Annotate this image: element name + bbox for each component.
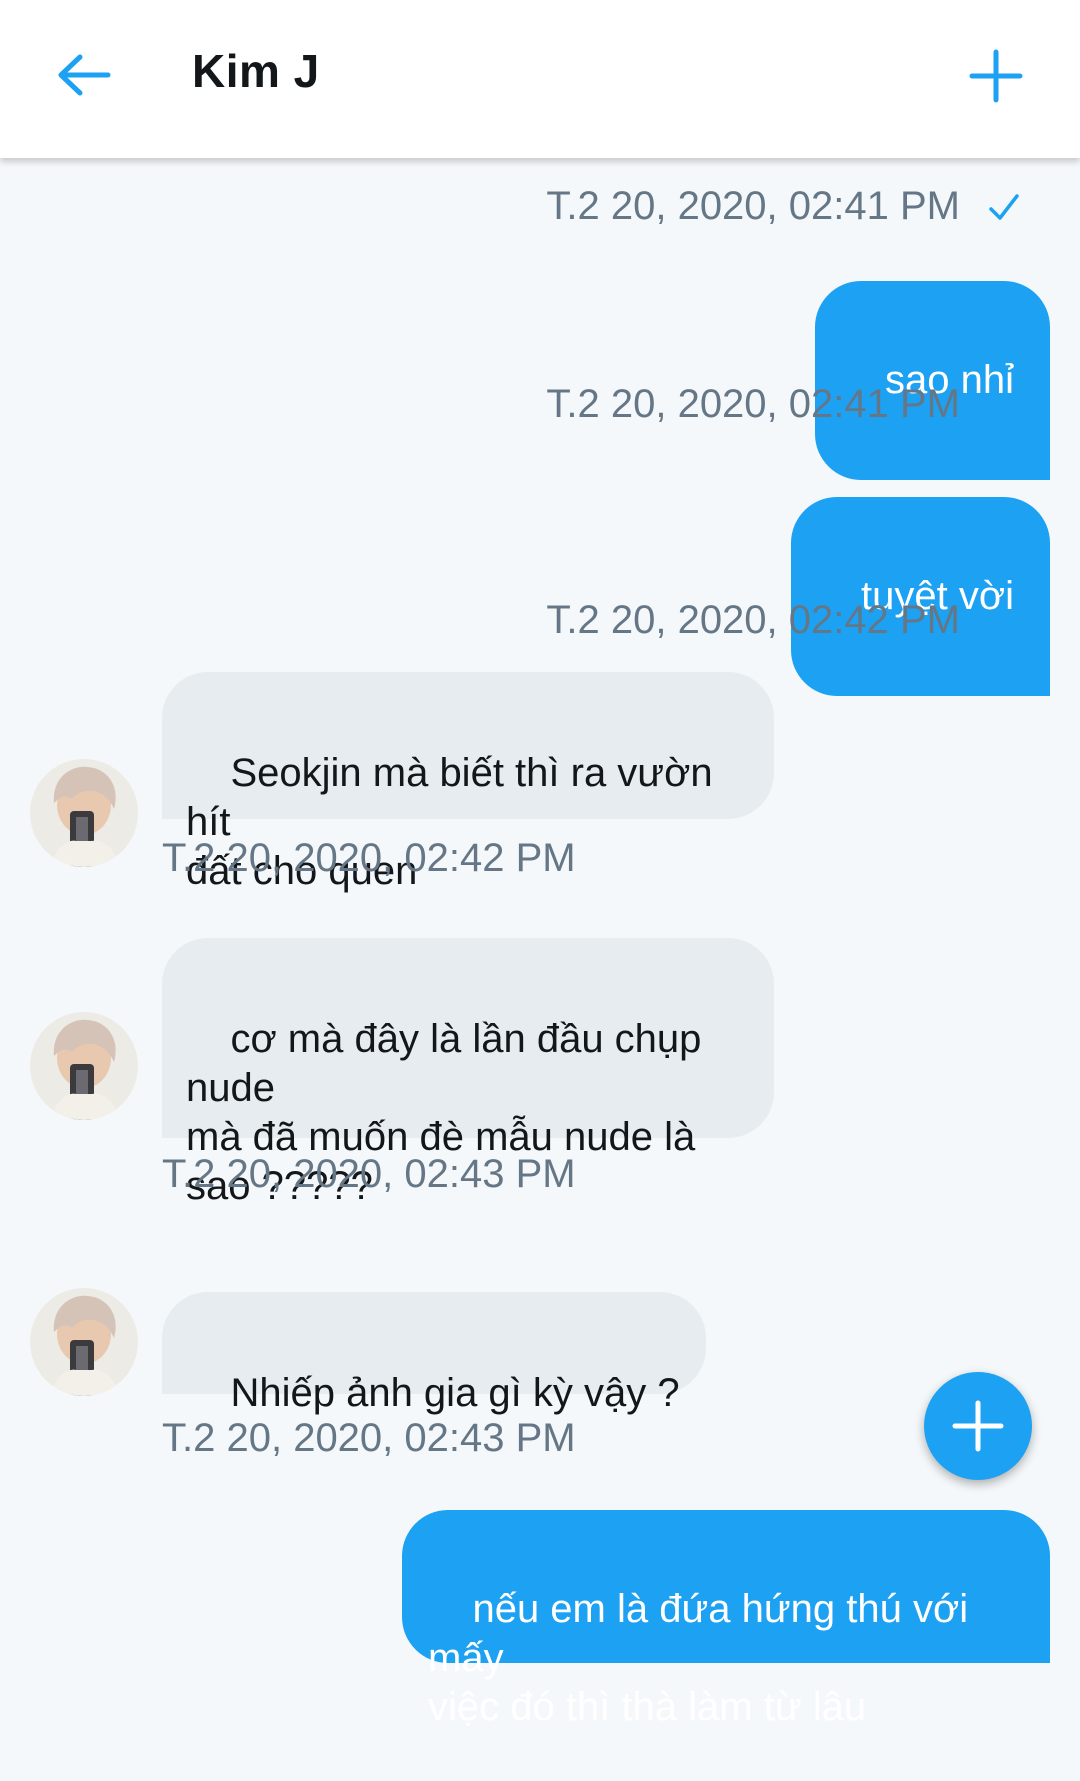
- message-text: Nhiếp ảnh gia gì kỳ vậy ?: [230, 1371, 680, 1415]
- message-list[interactable]: T.2 20, 2020, 02:41 PM sao nhỉ T.2 20, 2…: [0, 158, 1080, 1729]
- avatar-image: [30, 759, 138, 867]
- check-icon: [988, 390, 1020, 420]
- message-timestamp: T.2 20, 2020, 02:41 PM: [546, 184, 1020, 229]
- timestamp-text: T.2 20, 2020, 02:41 PM: [546, 382, 960, 426]
- message-timestamp: T.2 20, 2020, 02:43 PM: [162, 1416, 576, 1460]
- conversation-title: Kim J: [192, 45, 320, 97]
- avatar[interactable]: [30, 1012, 138, 1120]
- back-button[interactable]: [52, 40, 116, 110]
- check-icon: [988, 192, 1020, 222]
- incoming-message-bubble[interactable]: Nhiếp ảnh gia gì kỳ vậy ?: [162, 1292, 706, 1415]
- avatar[interactable]: [30, 759, 138, 867]
- message-timestamp: T.2 20, 2020, 02:41 PM: [546, 382, 1020, 427]
- message-timestamp: T.2 20, 2020, 02:43 PM: [162, 1152, 576, 1196]
- incoming-message-bubble[interactable]: cơ mà đây là lần đầu chụp nude mà đã muố…: [162, 938, 774, 1208]
- message-timestamp: T.2 20, 2020, 02:42 PM: [162, 836, 576, 880]
- timestamp-text: T.2 20, 2020, 02:42 PM: [546, 598, 960, 642]
- header-add-button[interactable]: [962, 42, 1030, 110]
- incoming-message-bubble[interactable]: Seokjin mà biết thì ra vườn hít đất cho …: [162, 672, 774, 986]
- check-icon: [988, 606, 1020, 636]
- timestamp-text: T.2 20, 2020, 02:41 PM: [546, 184, 960, 228]
- avatar[interactable]: [30, 1288, 138, 1396]
- outgoing-message-bubble[interactable]: sao nhỉ: [814, 281, 1050, 480]
- compose-fab-button[interactable]: [924, 1372, 1032, 1480]
- outgoing-message-bubble[interactable]: nếu em là đứa hứng thú với mấy việc đó t…: [402, 1510, 1050, 1729]
- plus-icon: [952, 1400, 1004, 1452]
- plus-icon: [969, 49, 1023, 103]
- outgoing-message-bubble[interactable]: tuyệt vời: [790, 497, 1050, 696]
- message-timestamp: T.2 20, 2020, 02:42 PM: [546, 598, 1020, 643]
- arrow-left-icon: [58, 54, 111, 96]
- avatar-image: [30, 1012, 138, 1120]
- conversation-header: Kim J: [0, 0, 1080, 158]
- message-text: nếu em là đứa hứng thú với mấy việc đó t…: [428, 1587, 969, 1729]
- avatar-image: [30, 1288, 138, 1396]
